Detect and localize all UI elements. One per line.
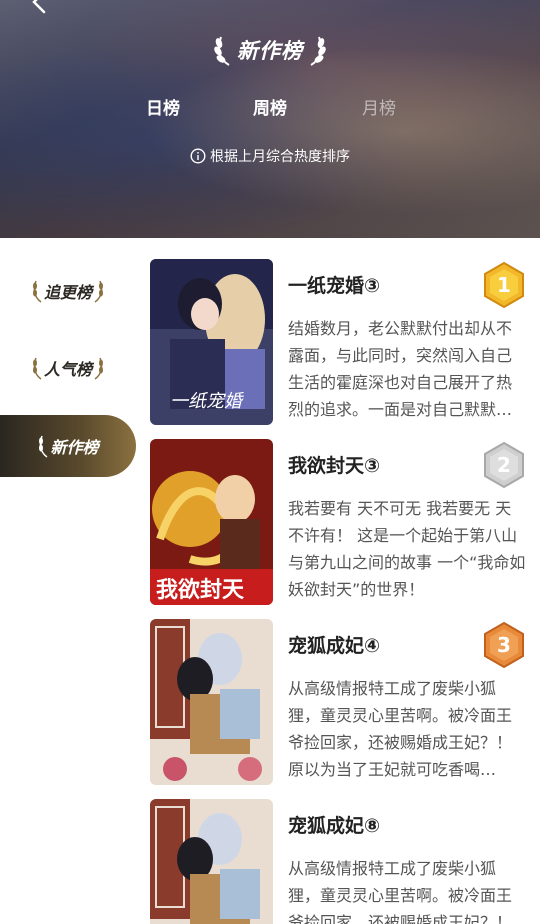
- list-item[interactable]: 我欲封天 我欲封天③ 2 我若要有 天不可无 我若要无 天不许有！ 这是一个起始…: [150, 439, 530, 605]
- ranking-hint: 根据上月综合热度排序: [0, 146, 540, 166]
- svg-text:我欲封天: 我欲封天: [156, 577, 245, 603]
- item-title: 一纸宠婚③: [288, 275, 381, 297]
- laurel-left-icon: [32, 357, 42, 380]
- rank-bronze-badge-icon: 3: [484, 621, 524, 669]
- cover-image[interactable]: 我欲封天: [150, 439, 273, 605]
- rank-number: 2: [497, 453, 511, 477]
- tab-weekly[interactable]: 周榜: [253, 94, 287, 119]
- sidebar-item-new[interactable]: 新作榜: [0, 415, 136, 477]
- laurel-right-icon: [310, 36, 326, 66]
- tab-monthly[interactable]: 月榜: [362, 94, 396, 119]
- item-title: 宠狐成妃④: [288, 635, 381, 657]
- page-title-group: 新作榜: [0, 30, 540, 70]
- cover-image[interactable]: [150, 619, 273, 785]
- rank-silver-badge-icon: 2: [484, 441, 524, 489]
- sidebar-item-label: 追更榜: [43, 283, 92, 302]
- tab-daily[interactable]: 日榜: [146, 94, 180, 119]
- rank-number: 1: [497, 273, 511, 297]
- info-icon: [190, 148, 206, 164]
- laurel-left-icon: [39, 435, 48, 458]
- hint-text: 根据上月综合热度排序: [210, 149, 350, 165]
- list-item[interactable]: 宠狐成妃⑧ 从高级情报特工成了废柴小狐狸，童灵灵心里苦啊。被冷面王爷捡回家，还被…: [150, 799, 530, 924]
- item-description: 从高级情报特工成了废柴小狐狸，童灵灵心里苦啊。被冷面王爷捡回家，还被赐婚成王妃？…: [288, 859, 513, 924]
- item-description: 我若要有 天不可无 我若要无 天不许有！ 这是一个起始于第八山与第九山之间的故事…: [288, 499, 526, 599]
- list-item[interactable]: 一纸宠婚 一纸宠婚③ 1 结婚数月，老公默默付出却从不露面，与此同时，突然闯入自…: [150, 259, 530, 425]
- sidebar-item-label: 人气榜: [43, 360, 92, 379]
- sidebar-item-following[interactable]: 追更榜: [0, 260, 136, 322]
- period-tabs: 日榜 周榜 月榜: [0, 94, 540, 119]
- item-title: 我欲封天③: [288, 455, 381, 477]
- back-arrow-icon[interactable]: [26, 0, 54, 16]
- item-description: 从高级情报特工成了废柴小狐狸，童灵灵心里苦啊。被冷面王爷捡回家，还被赐婚成王妃？…: [288, 679, 513, 779]
- list-item[interactable]: 宠狐成妃④ 3 从高级情报特工成了废柴小狐狸，童灵灵心里苦啊。被冷面王爷捡回家，…: [150, 619, 530, 785]
- laurel-left-icon: [214, 36, 230, 66]
- item-title: 宠狐成妃⑧: [288, 815, 381, 837]
- laurel-right-icon: [94, 357, 103, 380]
- sidebar-item-popular[interactable]: 人气榜: [0, 337, 136, 399]
- rank-gold-badge-icon: 1: [484, 261, 524, 309]
- svg-text:一纸宠婚: 一纸宠婚: [170, 391, 244, 412]
- rank-number: 3: [497, 633, 511, 657]
- header-banner: 新作榜 日榜 周榜 月榜 根据上月综合热度排序: [0, 0, 540, 238]
- cover-image[interactable]: [150, 799, 273, 924]
- cover-image[interactable]: 一纸宠婚: [150, 259, 273, 425]
- sidebar-item-label: 新作榜: [50, 438, 99, 457]
- laurel-right-icon: [94, 280, 103, 303]
- page-title: 新作榜: [237, 39, 303, 63]
- item-description: 结婚数月，老公默默付出却从不露面，与此同时，突然闯入自己生活的霍庭深也对自己展开…: [288, 319, 513, 419]
- laurel-left-icon: [32, 280, 42, 303]
